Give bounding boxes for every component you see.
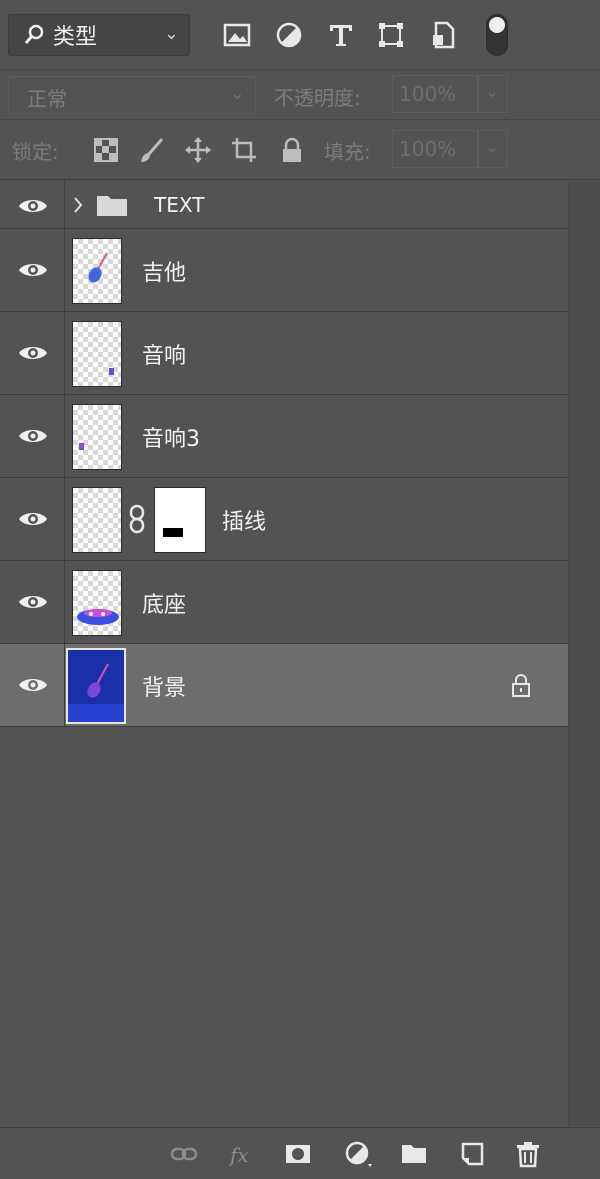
row-divider: [64, 312, 65, 394]
image-filter-icon[interactable]: [222, 20, 252, 50]
type-filter-icon[interactable]: [326, 20, 356, 50]
layer-row[interactable]: 吉他: [0, 229, 568, 312]
layer-row[interactable]: 插线: [0, 478, 568, 561]
opacity-value: 100%: [399, 82, 457, 106]
layer-row[interactable]: 音响3: [0, 395, 568, 478]
layer-name: 插线: [222, 510, 267, 535]
layer-row-selected[interactable]: 背景: [0, 644, 568, 727]
chevron-right-icon[interactable]: [72, 195, 84, 215]
row-divider: [64, 478, 65, 560]
speaker-thumbnail-art: [109, 368, 114, 375]
row-divider: [64, 561, 65, 643]
lock-position-icon[interactable]: [184, 136, 212, 164]
fill-input[interactable]: 100%: [392, 130, 478, 168]
layer-name: 背景: [142, 676, 187, 701]
filter-kind-label: 类型: [53, 25, 98, 50]
layer-name: 吉他: [142, 261, 187, 286]
smart-object-filter-icon[interactable]: [428, 20, 458, 50]
background-thumbnail-art: [68, 650, 124, 722]
eye-icon[interactable]: [18, 426, 48, 446]
filter-toggle-switch[interactable]: [486, 14, 508, 56]
opacity-label: 不透明度:: [274, 86, 361, 110]
blend-mode-value: 正常: [27, 87, 67, 111]
chevron-down-icon: ⌄: [485, 82, 499, 101]
lock-transparent-pixels-icon[interactable]: [92, 136, 120, 164]
add-mask-icon[interactable]: [284, 1140, 312, 1168]
adjustment-filter-icon[interactable]: [274, 20, 304, 50]
chevron-down-icon: ⌄: [229, 83, 245, 104]
blend-options-bar: 正常 ⌄ 不透明度: 100% ⌄: [0, 70, 600, 120]
eye-icon[interactable]: [18, 196, 48, 216]
layer-thumbnail: [72, 487, 122, 553]
row-divider: [64, 181, 65, 228]
layer-thumbnail: [72, 404, 122, 470]
layer-name: 音响: [142, 344, 187, 369]
eye-icon[interactable]: [18, 592, 48, 612]
layer-name: 音响3: [142, 427, 200, 452]
row-divider: [64, 229, 65, 311]
opacity-input[interactable]: 100%: [392, 75, 478, 113]
eye-icon[interactable]: [18, 260, 48, 280]
fill-slider-button[interactable]: ⌄: [478, 130, 508, 168]
fx-icon[interactable]: fx: [228, 1140, 256, 1168]
layer-mask-thumbnail[interactable]: [154, 487, 206, 553]
eye-icon[interactable]: [18, 675, 48, 695]
row-divider: [64, 644, 65, 726]
chevron-down-icon: ⌄: [163, 23, 179, 44]
layers-bottom-toolbar: fx: [0, 1127, 600, 1179]
layer-thumbnail: [72, 321, 122, 387]
trash-icon[interactable]: [514, 1140, 542, 1168]
lock-image-pixels-icon[interactable]: [138, 136, 166, 164]
link-layers-icon[interactable]: [170, 1140, 198, 1168]
mask-shape: [163, 528, 183, 537]
selected-thumbnail-frame: [66, 648, 126, 724]
layer-filter-bar: 类型 ⌄: [0, 0, 600, 70]
lock-options-bar: 锁定: 填充: 100% ⌄: [0, 120, 600, 180]
adjustment-layer-icon[interactable]: [344, 1140, 372, 1168]
layer-row[interactable]: 底座: [0, 561, 568, 644]
lock-artboard-icon[interactable]: [230, 136, 258, 164]
row-divider: [64, 395, 65, 477]
layer-row[interactable]: 音响: [0, 312, 568, 395]
layer-name: TEXT: [154, 193, 205, 217]
layers-scrollbar[interactable]: [568, 181, 600, 1126]
new-layer-icon[interactable]: [458, 1140, 486, 1168]
folder-icon: [97, 196, 127, 216]
chevron-down-icon: ⌄: [485, 137, 499, 156]
lock-label: 锁定:: [12, 140, 59, 164]
lock-all-icon[interactable]: [278, 136, 306, 164]
fill-value: 100%: [399, 137, 457, 161]
layer-thumbnail: [72, 570, 122, 636]
chain-link-icon[interactable]: [128, 504, 146, 534]
speaker3-thumbnail-art: [79, 443, 84, 450]
new-group-icon[interactable]: [400, 1140, 428, 1168]
search-icon: [24, 24, 44, 44]
base-thumbnail-art: [77, 609, 119, 625]
layer-name: 底座: [142, 593, 187, 618]
layer-row[interactable]: TEXT: [0, 181, 568, 229]
opacity-slider-button[interactable]: ⌄: [478, 75, 508, 113]
svg-text:fx: fx: [228, 1143, 249, 1167]
toggle-knob: [489, 17, 505, 33]
shape-filter-icon[interactable]: [376, 20, 406, 50]
blend-mode-dropdown[interactable]: 正常 ⌄: [8, 76, 256, 114]
eye-icon[interactable]: [18, 343, 48, 363]
guitar-thumbnail-art: [88, 252, 108, 283]
filter-kind-dropdown[interactable]: 类型 ⌄: [8, 14, 190, 56]
eye-icon[interactable]: [18, 509, 48, 529]
fill-label: 填充:: [324, 140, 371, 164]
lock-icon: [512, 674, 530, 697]
layer-thumbnail: [72, 238, 122, 304]
